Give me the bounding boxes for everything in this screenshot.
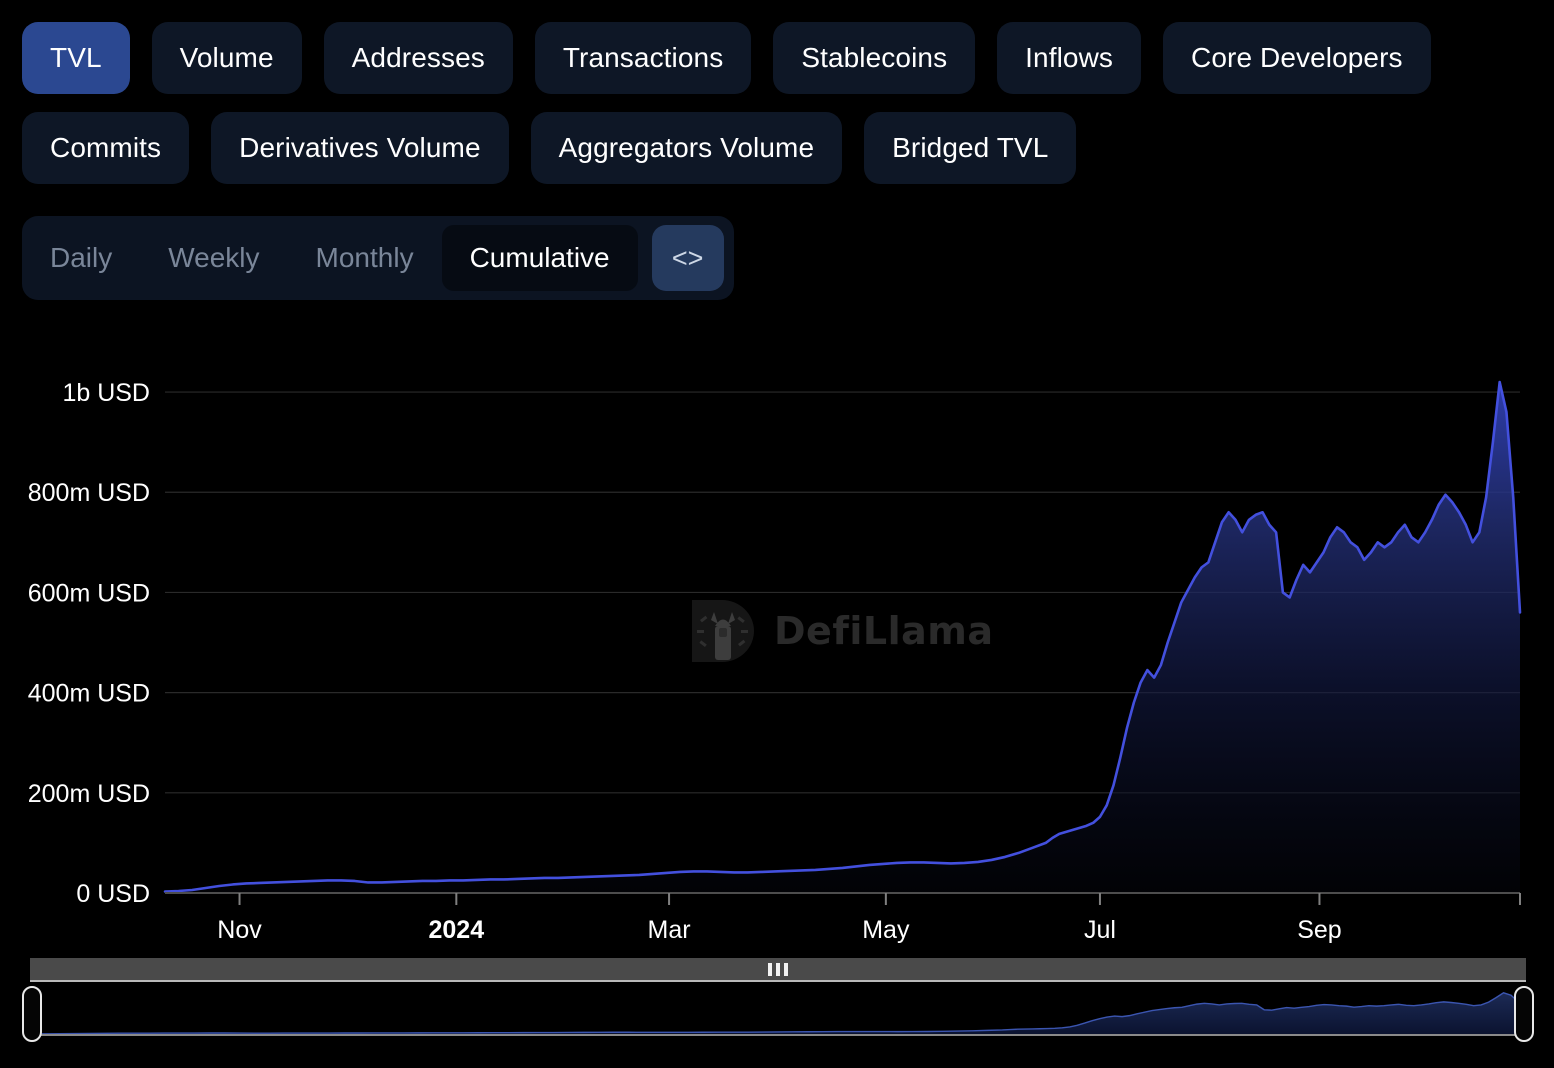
brush-mini-chart [30,984,1526,1036]
metric-tabs: TVL Volume Addresses Transactions Stablecoin… [22,22,1522,184]
y-axis-tick-label: 600m USD [28,579,150,607]
tvl-area-chart[interactable]: 0 USD 200m USD 400m USD 600m USD 800m USD 1b … [0,330,1554,945]
metric-tab-bridged-tvl[interactable]: Bridged TVL [864,112,1076,184]
y-axis-tick-label: 1b USD [62,379,150,407]
brush-left-handle-icon[interactable] [22,986,42,1042]
y-axis-tick-label: 400m USD [28,680,150,708]
x-axis-tick-label: 2024 [429,916,485,944]
metric-tab-core-developers[interactable]: Core Developers [1163,22,1431,94]
y-axis-tick-label: 200m USD [28,780,150,808]
brush-drag-bar[interactable] [30,958,1526,982]
metric-tab-stablecoins[interactable]: Stablecoins [773,22,975,94]
chart-area-fill [165,382,1520,893]
y-axis-labels: 0 USD 200m USD 400m USD 600m USD 800m USD 1b … [28,379,150,908]
interval-cumulative[interactable]: Cumulative [442,225,638,291]
metric-tab-aggregators-volume[interactable]: Aggregators Volume [531,112,843,184]
metric-tab-derivatives-volume[interactable]: Derivatives Volume [211,112,508,184]
metric-tab-inflows[interactable]: Inflows [997,22,1141,94]
chart-axis [165,893,1520,905]
x-axis-tick-label: May [862,916,910,944]
x-axis-tick-label: Jul [1084,916,1116,944]
y-axis-tick-label: 0 USD [76,880,150,908]
metric-tab-tvl[interactable]: TVL [22,22,130,94]
interval-weekly[interactable]: Weekly [140,225,287,291]
metric-tab-addresses[interactable]: Addresses [324,22,513,94]
brush-preview-track[interactable] [30,984,1526,1036]
metric-tab-volume[interactable]: Volume [152,22,302,94]
drag-grip-icon [768,963,772,976]
x-axis-tick-label: Sep [1297,916,1341,944]
brush-right-handle-icon[interactable] [1514,986,1534,1042]
drag-grip-icon [784,963,788,976]
metric-tab-transactions[interactable]: Transactions [535,22,751,94]
metric-tab-commits[interactable]: Commits [22,112,189,184]
metric-tab-row-2: Commits Derivatives Volume Aggregators Vol… [22,112,1522,184]
x-axis-tick-label: Nov [217,916,262,944]
x-axis-tick-label: Mar [648,916,691,944]
y-axis-tick-label: 800m USD [28,479,150,507]
interval-daily[interactable]: Daily [22,225,140,291]
chart-svg: 0 USD 200m USD 400m USD 600m USD 800m USD 1b … [0,330,1554,945]
x-axis-labels: Nov 2024 Mar May Jul Sep [217,916,1341,944]
drag-grip-icon [776,963,780,976]
interval-monthly[interactable]: Monthly [288,225,442,291]
interval-selector: DailyWeeklyMonthlyCumulative <> [22,216,734,300]
defillama-chart-page: TVL Volume Addresses Transactions Stablecoin… [0,0,1554,1068]
chart-range-brush[interactable] [22,958,1534,1046]
code-brackets-icon[interactable]: <> [652,225,724,291]
metric-tab-row-1: TVL Volume Addresses Transactions Stablecoin… [22,22,1522,94]
